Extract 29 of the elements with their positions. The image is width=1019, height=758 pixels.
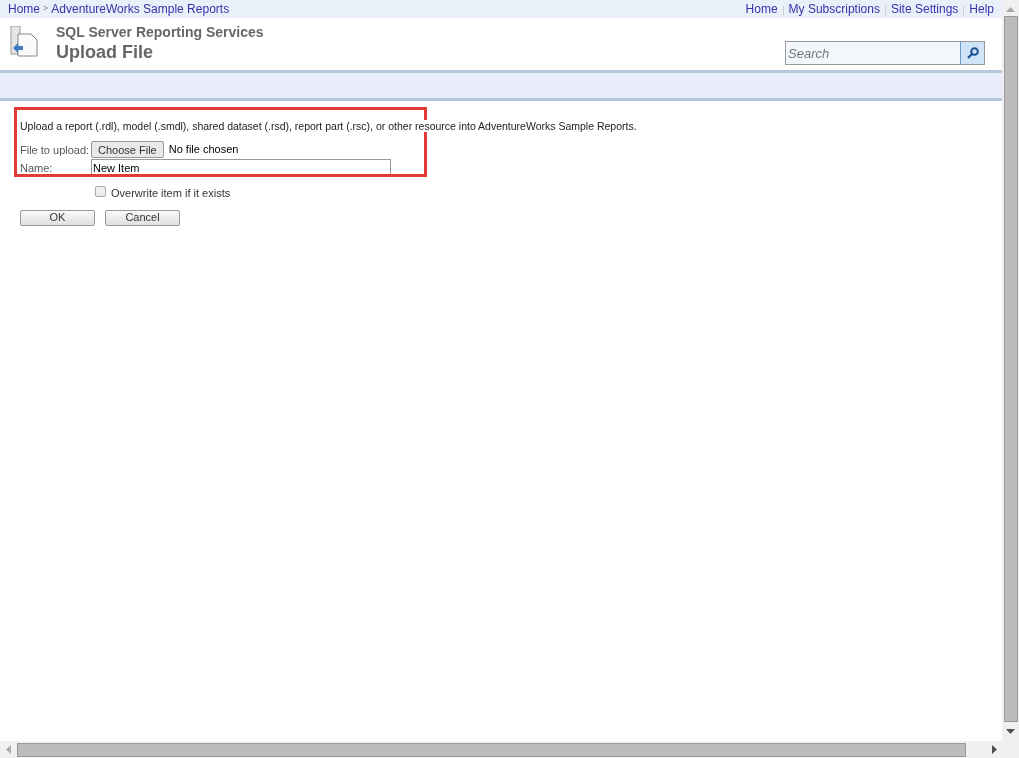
top-link[interactable]: Site Settings — [890, 0, 959, 18]
top-link[interactable]: My Subscriptions — [788, 0, 880, 18]
overwrite-label: Overwrite item if it exists — [111, 186, 231, 202]
search-field[interactable]: Search — [785, 41, 960, 65]
scroll-left-icon[interactable] — [6, 745, 11, 754]
breadcrumb-link[interactable]: Home — [8, 0, 40, 18]
scroll-up-icon[interactable] — [1006, 7, 1015, 12]
file-status: No file chosen — [168, 142, 239, 158]
field-label: Name: — [20, 160, 54, 176]
choose-file-button[interactable]: Choose File — [91, 141, 164, 158]
vertical-scrollbar[interactable] — [1002, 0, 1019, 741]
horizontal-scrollbar[interactable] — [0, 741, 1019, 758]
scroll-right-icon[interactable] — [992, 745, 997, 754]
form-button[interactable]: Cancel — [105, 209, 180, 226]
page-title: Upload File — [56, 41, 154, 64]
field-label: File to upload: — [20, 142, 91, 158]
name-field[interactable]: New Item — [91, 159, 391, 177]
scroll-down-icon[interactable] — [1006, 729, 1015, 734]
overwrite-checkbox[interactable] — [95, 186, 106, 197]
app-title: SQL Server Reporting Services — [56, 24, 264, 40]
form-button[interactable]: OK — [20, 209, 95, 226]
search-button[interactable] — [960, 41, 985, 65]
breadcrumb-separator: > — [43, 2, 49, 16]
top-link[interactable]: Help — [969, 0, 994, 18]
breadcrumb-link[interactable]: AdventureWorks Sample Reports — [51, 0, 230, 18]
search-icon — [966, 47, 979, 59]
upload-description: Upload a report (.rdl), model (.smdl), shared dataset (.rsd), report part (.rsc), or other resource into AdventureWorks Sample Reports. — [20, 120, 637, 132]
top-link[interactable]: Home — [745, 0, 778, 18]
upload-document-icon — [9, 26, 39, 58]
